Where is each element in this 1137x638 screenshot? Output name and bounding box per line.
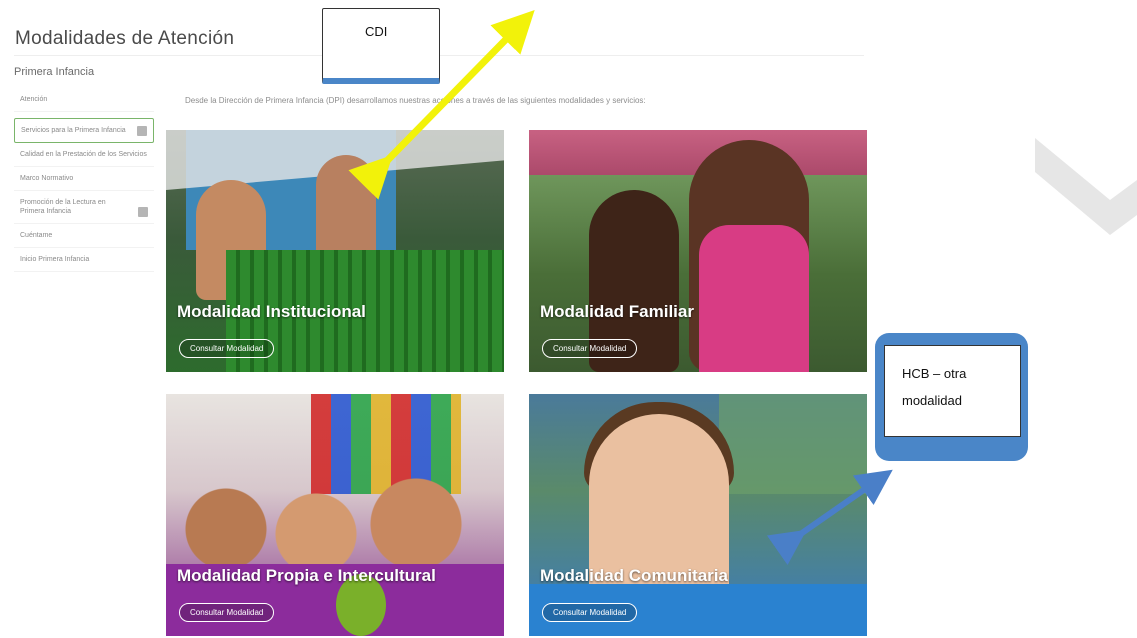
annotation-arrows [348, 9, 893, 566]
yellow-arrow [348, 9, 535, 200]
blue-arrow [766, 469, 893, 566]
